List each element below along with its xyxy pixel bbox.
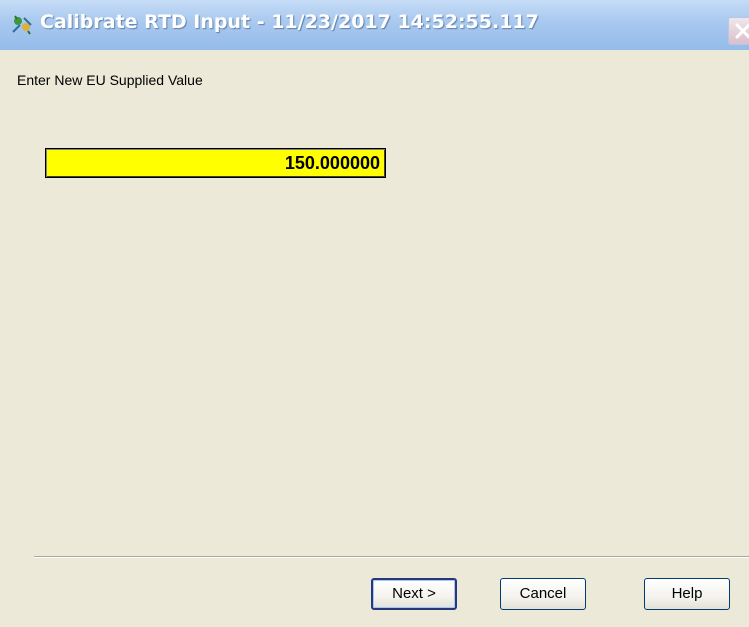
next-button[interactable]: Next > — [371, 578, 457, 610]
title-bar[interactable]: Calibrate RTD Input - 11/23/2017 14:52:5… — [0, 0, 749, 50]
help-button-label: Help — [671, 585, 703, 602]
dialog-body — [3, 50, 749, 627]
cancel-button-label: Cancel — [519, 585, 567, 602]
close-icon — [735, 23, 749, 39]
cancel-button[interactable]: Cancel — [500, 578, 586, 610]
prompt-label: Enter New EU Supplied Value — [17, 72, 203, 88]
eu-supplied-value-input[interactable]: 150.000000 — [45, 148, 386, 178]
window-title: Calibrate RTD Input - 11/23/2017 14:52:5… — [40, 11, 539, 33]
calibrate-dialog: Calibrate RTD Input - 11/23/2017 14:52:5… — [0, 0, 749, 627]
next-button-label: Next > — [392, 585, 436, 602]
calibration-app-icon — [10, 13, 34, 37]
button-separator — [34, 556, 749, 558]
close-button[interactable] — [728, 17, 749, 45]
help-button[interactable]: Help — [644, 578, 730, 610]
